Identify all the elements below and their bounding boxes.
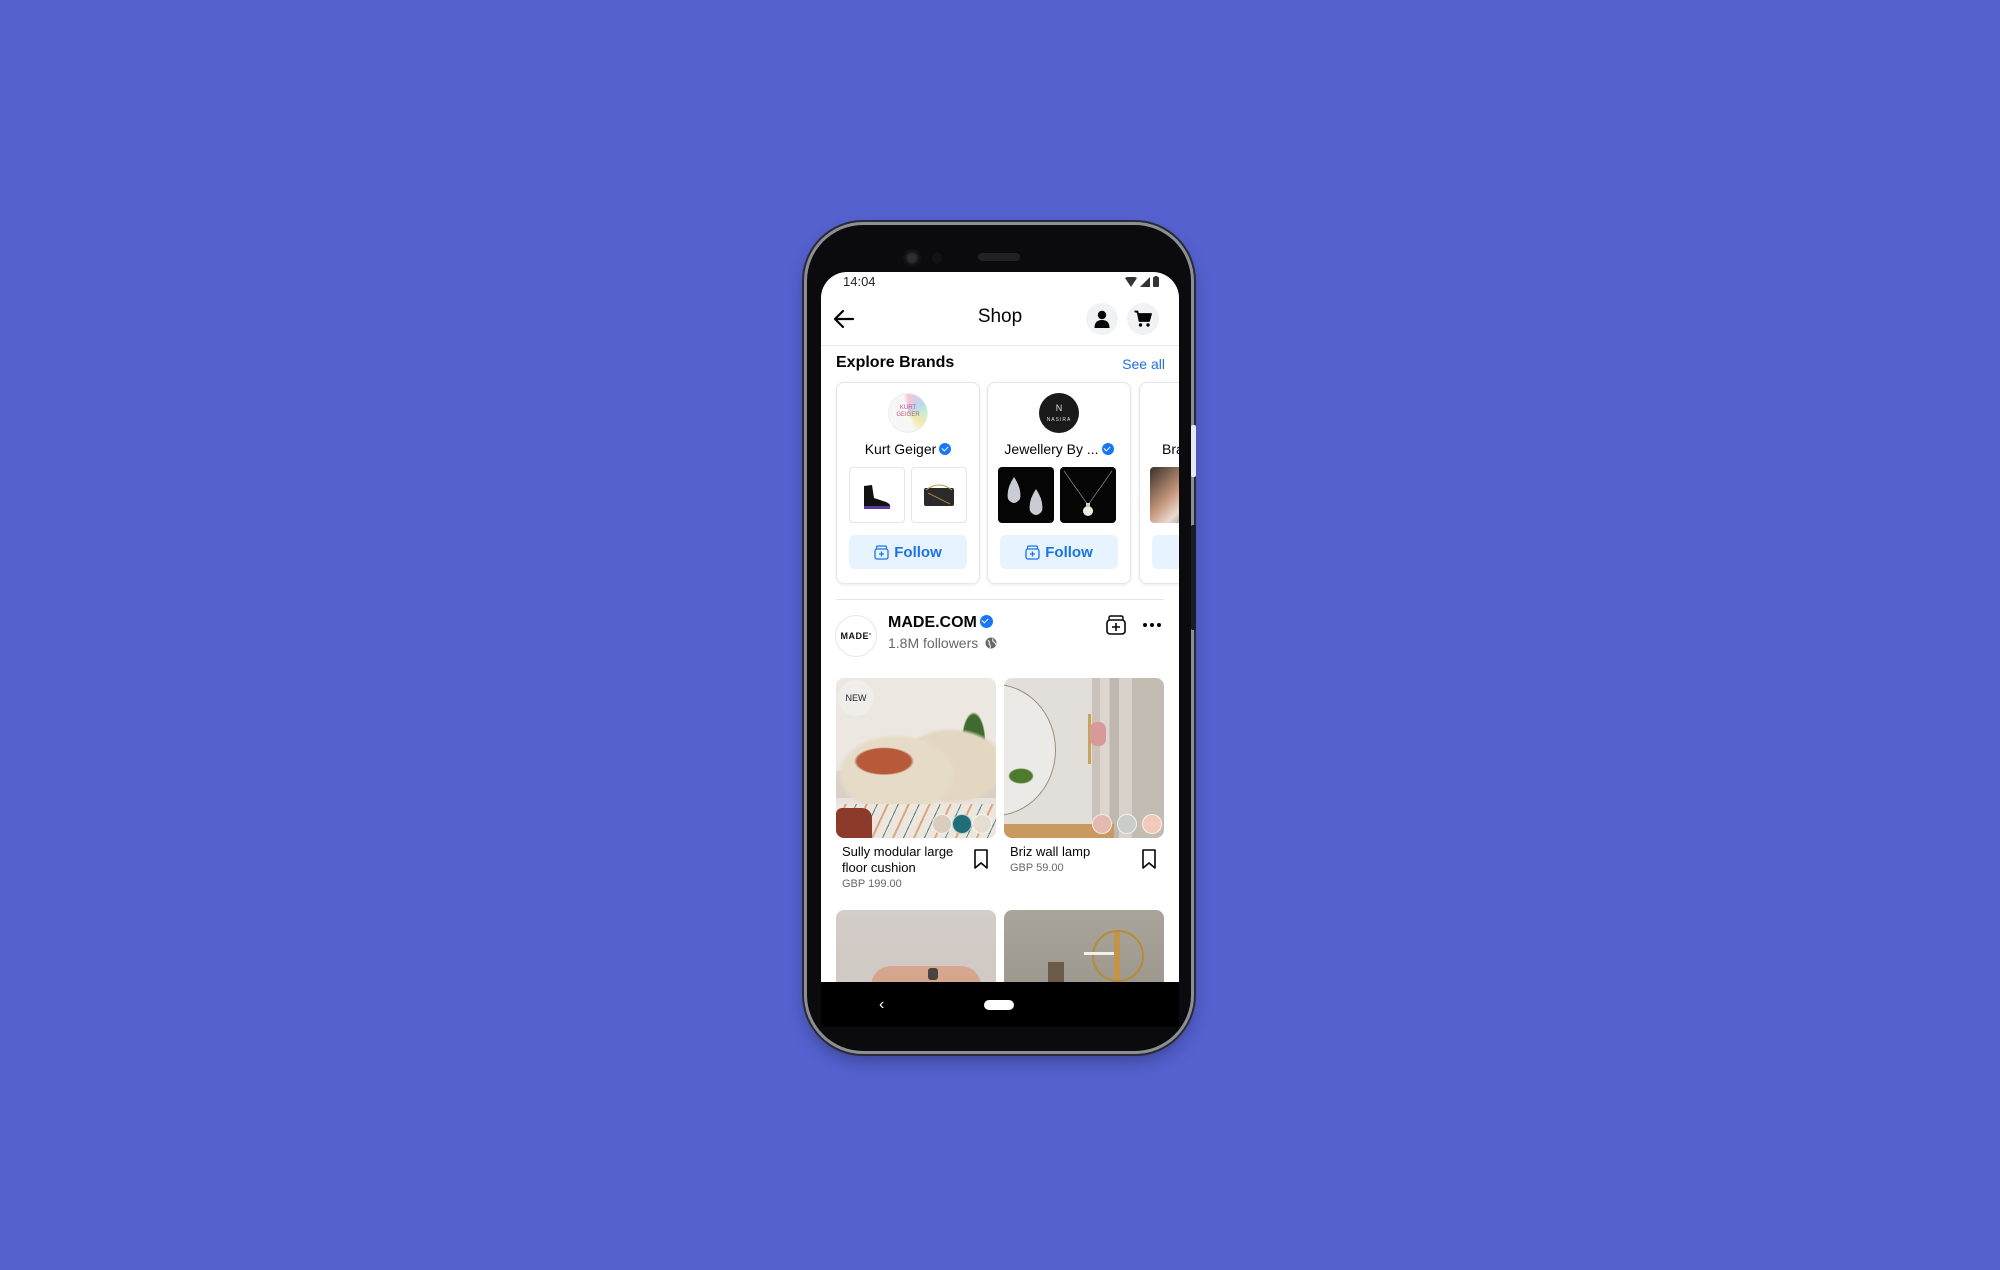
status-bar: 14:04 bbox=[821, 272, 1179, 292]
bookmark-icon[interactable] bbox=[1140, 848, 1158, 870]
brand-logo: KURT GEIGER bbox=[888, 393, 928, 433]
verified-badge-icon bbox=[979, 615, 993, 628]
brand-card[interactable]: N NASIRA Jewellery By ... Follow bbox=[987, 382, 1131, 584]
app-bar: Shop bbox=[821, 292, 1179, 346]
nav-home-pill[interactable] bbox=[984, 1000, 1014, 1010]
power-button bbox=[1191, 425, 1196, 477]
brand-product-thumb[interactable] bbox=[998, 467, 1054, 523]
page-title: Shop bbox=[977, 306, 1023, 327]
follow-button[interactable]: Follow bbox=[849, 535, 967, 569]
status-icons bbox=[1125, 276, 1159, 287]
color-swatch[interactable] bbox=[932, 814, 952, 834]
mirror bbox=[1004, 684, 1056, 816]
brand-monogram: N bbox=[1055, 403, 1063, 413]
brand-card[interactable]: KURT GEIGER Kurt Geiger Follow bbox=[836, 382, 980, 584]
brand-name: Jewellery By ... bbox=[988, 441, 1130, 457]
cat bbox=[928, 968, 938, 980]
pouf bbox=[836, 808, 872, 838]
product-image[interactable]: NEW bbox=[836, 678, 996, 838]
product-price: GBP 199.00 bbox=[842, 878, 902, 890]
color-swatch[interactable] bbox=[1117, 814, 1137, 834]
product-name: Sully modular large floor cushion bbox=[842, 844, 954, 875]
shop-follow-icon bbox=[874, 544, 889, 560]
color-swatch[interactable] bbox=[972, 814, 992, 834]
shop-followers: 1.8M followers bbox=[888, 635, 997, 651]
brand-logo-text: KURT GEIGER bbox=[896, 405, 920, 418]
status-time: 14:04 bbox=[843, 274, 876, 289]
shelf bbox=[1084, 952, 1114, 955]
front-camera bbox=[903, 249, 921, 267]
person-icon bbox=[1094, 310, 1110, 328]
shop-follow-icon[interactable] bbox=[1105, 614, 1127, 636]
battery-icon bbox=[1153, 276, 1159, 287]
globe-icon bbox=[985, 637, 997, 649]
product-card[interactable] bbox=[836, 910, 996, 982]
brand-name: Bra bbox=[1162, 441, 1179, 457]
color-swatch[interactable] bbox=[952, 814, 972, 834]
earrings-image bbox=[1007, 477, 1043, 515]
product-image[interactable] bbox=[1004, 910, 1164, 982]
more-horizontal-icon[interactable] bbox=[1141, 614, 1163, 636]
bookmark-icon[interactable] bbox=[972, 848, 990, 870]
brand-product-thumb[interactable] bbox=[1150, 467, 1179, 523]
product-name: Briz wall lamp bbox=[1010, 844, 1091, 859]
volume-button bbox=[1191, 525, 1196, 630]
product-image[interactable] bbox=[836, 910, 996, 982]
shop-name[interactable]: MADE.COM bbox=[888, 614, 993, 632]
verified-badge-icon bbox=[939, 443, 952, 455]
brand-logo: N NASIRA bbox=[1039, 393, 1079, 433]
nav-back-icon[interactable]: ‹ bbox=[879, 996, 884, 1014]
shop-logo[interactable]: MADE ° bbox=[835, 615, 877, 657]
brand-logo-text: NASIRA bbox=[1046, 417, 1072, 423]
brand-product-thumb[interactable] bbox=[1060, 467, 1116, 523]
brand-name: Kurt Geiger bbox=[837, 441, 979, 457]
new-badge: NEW bbox=[838, 680, 874, 716]
follow-button[interactable]: Follow bbox=[1000, 535, 1118, 569]
shop-follow-icon bbox=[1025, 544, 1040, 560]
product-card[interactable] bbox=[1004, 910, 1164, 982]
necklace-image bbox=[1063, 470, 1113, 516]
sneaker-image bbox=[864, 485, 891, 509]
follow-button[interactable] bbox=[1152, 535, 1179, 569]
plant bbox=[1008, 768, 1034, 784]
cart-button[interactable] bbox=[1127, 303, 1159, 335]
chair bbox=[871, 966, 981, 982]
see-all-link[interactable]: See all bbox=[1122, 356, 1165, 372]
product-card[interactable]: Briz wall lamp GBP 59.00 bbox=[1004, 678, 1164, 874]
product-image[interactable] bbox=[1004, 678, 1164, 838]
sensor bbox=[932, 252, 942, 264]
frame bbox=[1048, 962, 1064, 982]
color-swatch[interactable] bbox=[1142, 814, 1162, 834]
bag-image bbox=[924, 484, 954, 506]
explore-brands-heading: Explore Brands bbox=[836, 354, 955, 371]
brand-card[interactable]: Bra bbox=[1139, 382, 1179, 584]
cart-icon bbox=[1134, 310, 1152, 327]
divider bbox=[836, 599, 1164, 600]
wifi-icon bbox=[1125, 277, 1137, 287]
product-card[interactable]: NEW Sully modular large floor cushion GB… bbox=[836, 678, 996, 890]
shelf-post bbox=[1114, 932, 1120, 980]
lamp-shade bbox=[1090, 722, 1106, 746]
signal-icon bbox=[1140, 277, 1150, 287]
profile-button[interactable] bbox=[1086, 303, 1118, 335]
screen: 14:04 Shop Explore Brands See all KURT GE… bbox=[821, 272, 1179, 982]
color-swatch[interactable] bbox=[1092, 814, 1112, 834]
verified-badge-icon bbox=[1101, 443, 1114, 455]
earpiece-speaker bbox=[978, 253, 1020, 261]
brand-product-thumb[interactable] bbox=[911, 467, 967, 523]
android-nav-bar: ‹ bbox=[821, 982, 1179, 1027]
brand-product-thumb[interactable] bbox=[849, 467, 905, 523]
